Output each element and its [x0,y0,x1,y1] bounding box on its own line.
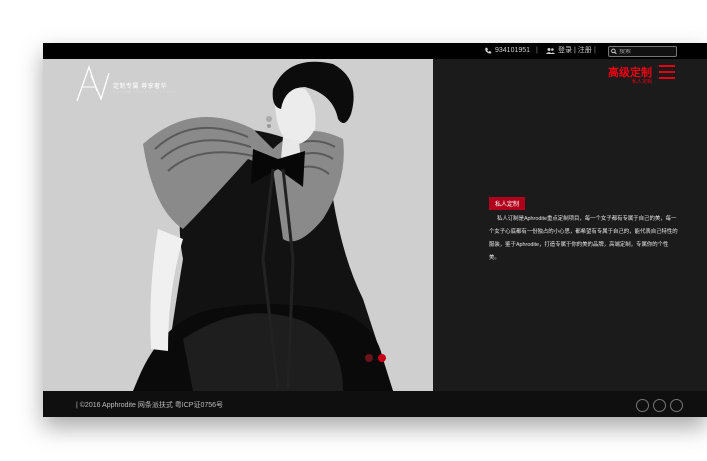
login-register-text: 登录 | 注册 [558,47,592,54]
hamburger-menu-icon[interactable] [659,65,675,81]
site-frame: 934101951 | 登录 | 注册 | 搜索 定制专属 尊享奢华 CUSTO… [43,43,707,417]
footer: | ©2016 Apphrodite 网条派扶式 粤ICP证0756号 [43,391,707,417]
search-box [608,46,677,57]
slider-dot-1[interactable] [365,354,373,362]
logo-tagline: 定制专属 尊享奢华 [113,84,168,90]
section-badge: 私人定制 [489,197,526,210]
model-image [43,59,433,391]
weibo-icon[interactable] [670,399,683,412]
phone-number: 934101951 [495,47,531,54]
share-icon[interactable] [636,399,649,412]
search-input[interactable] [617,48,676,55]
brand-logo[interactable] [75,64,111,108]
login-register-link[interactable]: 登录 | 注册 [546,45,592,56]
section-description: 私人订制是Aphrodite重点定制项目，每一个女子都有专属于自己的美，每一个女… [489,216,678,261]
slider-dot-2[interactable] [378,354,386,362]
phone-info: 934101951 [484,45,530,56]
top-bar: 934101951 | 登录 | 注册 | [43,43,707,59]
wechat-icon[interactable] [653,399,666,412]
menu-subtitle: 私人定制 [632,79,653,85]
separator: | [594,47,596,54]
hero-photo: 定制专属 尊享奢华 CUSTOM EXCLUSIVE LUXURY [43,59,433,391]
footer-copyright: | ©2016 Apphrodite 网条派扶式 粤ICP证0756号 [76,402,224,409]
users-icon [546,47,555,54]
separator: | [536,47,538,54]
content-panel: 高级定制 私人定制 私人定制 私人订制是Aphrodite重点定制项目，每一个女… [433,59,707,391]
logo-subtitle: CUSTOM EXCLUSIVE LUXURY [113,90,178,94]
av-logo-icon [76,64,110,102]
phone-icon [485,47,492,54]
